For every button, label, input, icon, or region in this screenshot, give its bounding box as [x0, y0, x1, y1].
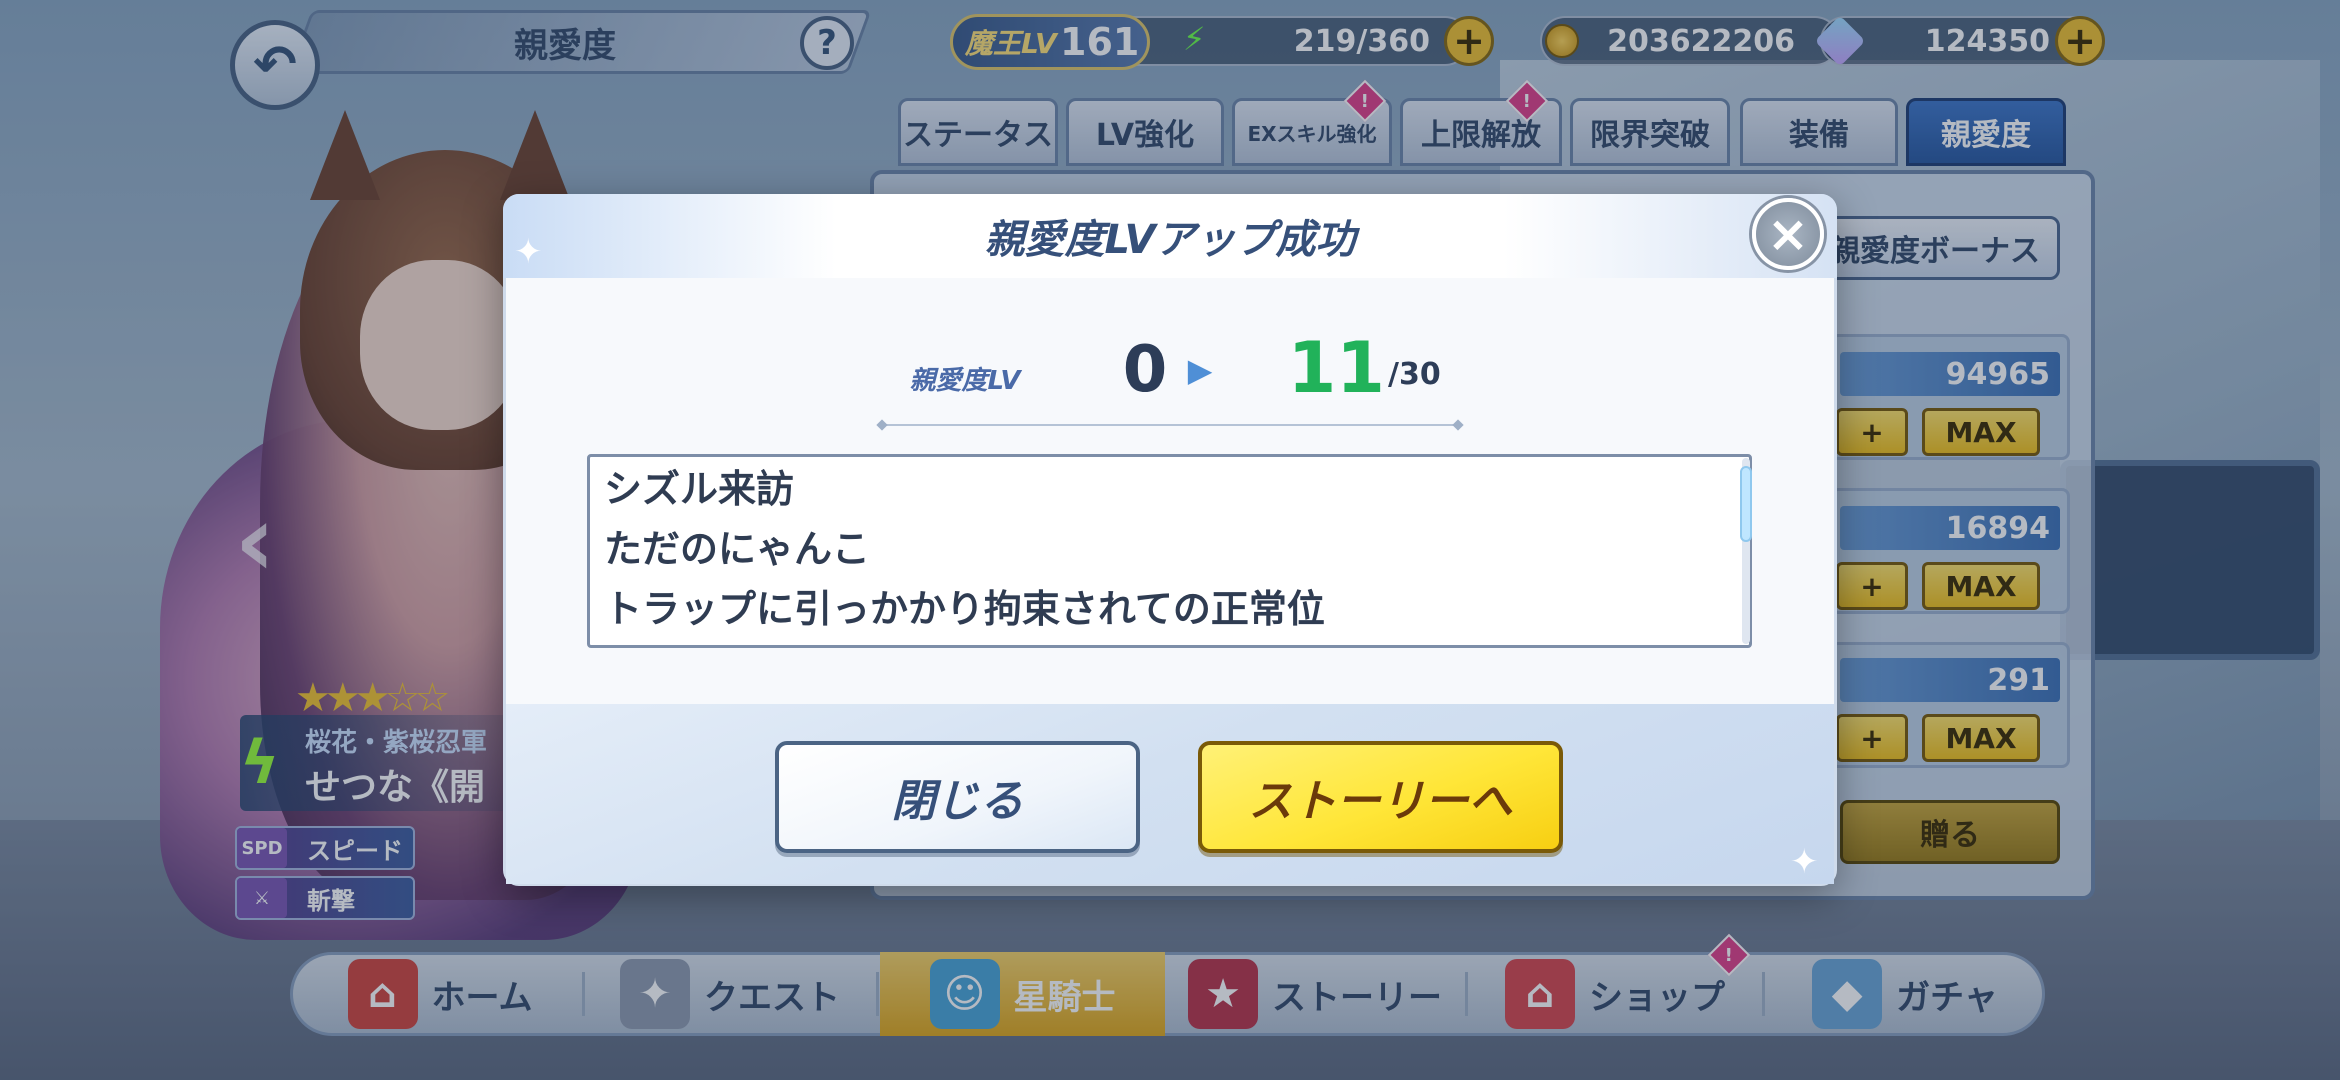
sparkle-icon: ✦: [514, 232, 543, 272]
close-icon[interactable]: ×: [1752, 198, 1824, 270]
affection-level-to: 11: [1287, 327, 1385, 409]
go-to-story-button[interactable]: ストーリーへ: [1198, 741, 1563, 853]
story-scroll-thumb[interactable]: [1740, 466, 1752, 542]
story-item: ただのにゃんこ: [604, 526, 871, 571]
affection-level-max: /30: [1388, 356, 1441, 392]
sparkle-icon: ✦: [1790, 842, 1819, 882]
level-divider: [882, 424, 1460, 426]
story-item: トラップに引っかかり拘束されての正常位: [604, 586, 1325, 631]
affection-level-from: 0: [1122, 333, 1168, 407]
close-button[interactable]: 閉じる: [775, 741, 1140, 853]
story-item: シズル来訪: [604, 466, 795, 511]
dialog-footer: [506, 704, 1834, 884]
dialog-title: 親愛度LVアップ成功: [984, 217, 1356, 263]
level-arrow-icon: ▶: [1187, 351, 1213, 389]
affection-level-caption: 親愛度LV: [909, 365, 1021, 396]
